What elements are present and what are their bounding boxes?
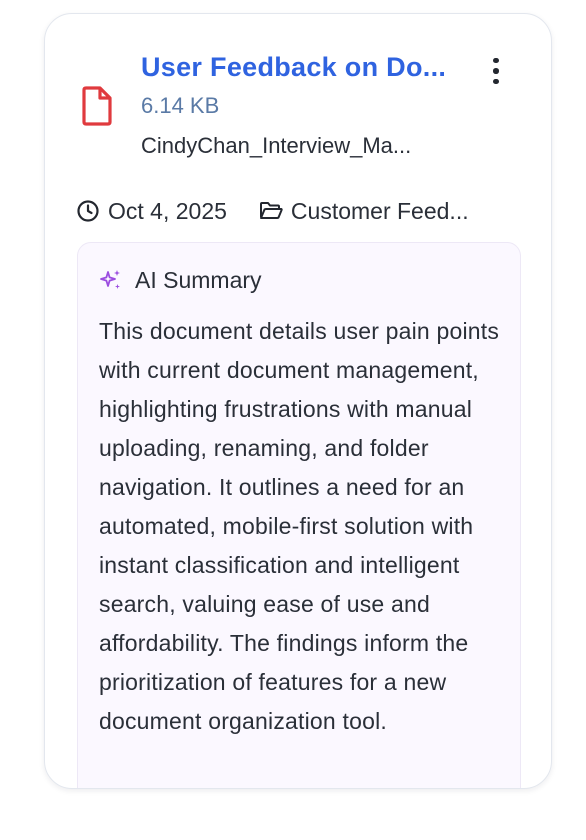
more-vertical-icon: [493, 57, 499, 64]
date-group: Oct 4, 2025: [76, 198, 227, 225]
document-title[interactable]: User Feedback on Do...: [141, 50, 481, 84]
file-size: 6.14 KB: [141, 93, 220, 118]
ai-summary-header: AI Summary: [99, 263, 500, 297]
document-date: Oct 4, 2025: [108, 197, 227, 224]
document-card[interactable]: User Feedback on Do... 6.14 KB CindyChan…: [44, 13, 552, 789]
sparkle-icon: [100, 270, 120, 289]
ai-summary-title: AI Summary: [135, 266, 262, 293]
file-icon: [79, 86, 115, 126]
ai-summary-panel: AI Summary This document details user pa…: [77, 242, 521, 788]
more-options-button[interactable]: [479, 54, 513, 88]
file-name: CindyChan_Interview_Ma...: [141, 133, 412, 158]
folder-link[interactable]: Customer Feed...: [259, 198, 469, 225]
folder-name[interactable]: Customer Feed...: [291, 198, 469, 225]
document-meta: Oct 4, 2025 Customer Feed...: [76, 194, 516, 228]
ai-summary-text: This document details user pain points w…: [99, 318, 500, 734]
folder-open-icon: [259, 202, 283, 219]
clock-icon: [77, 200, 99, 222]
